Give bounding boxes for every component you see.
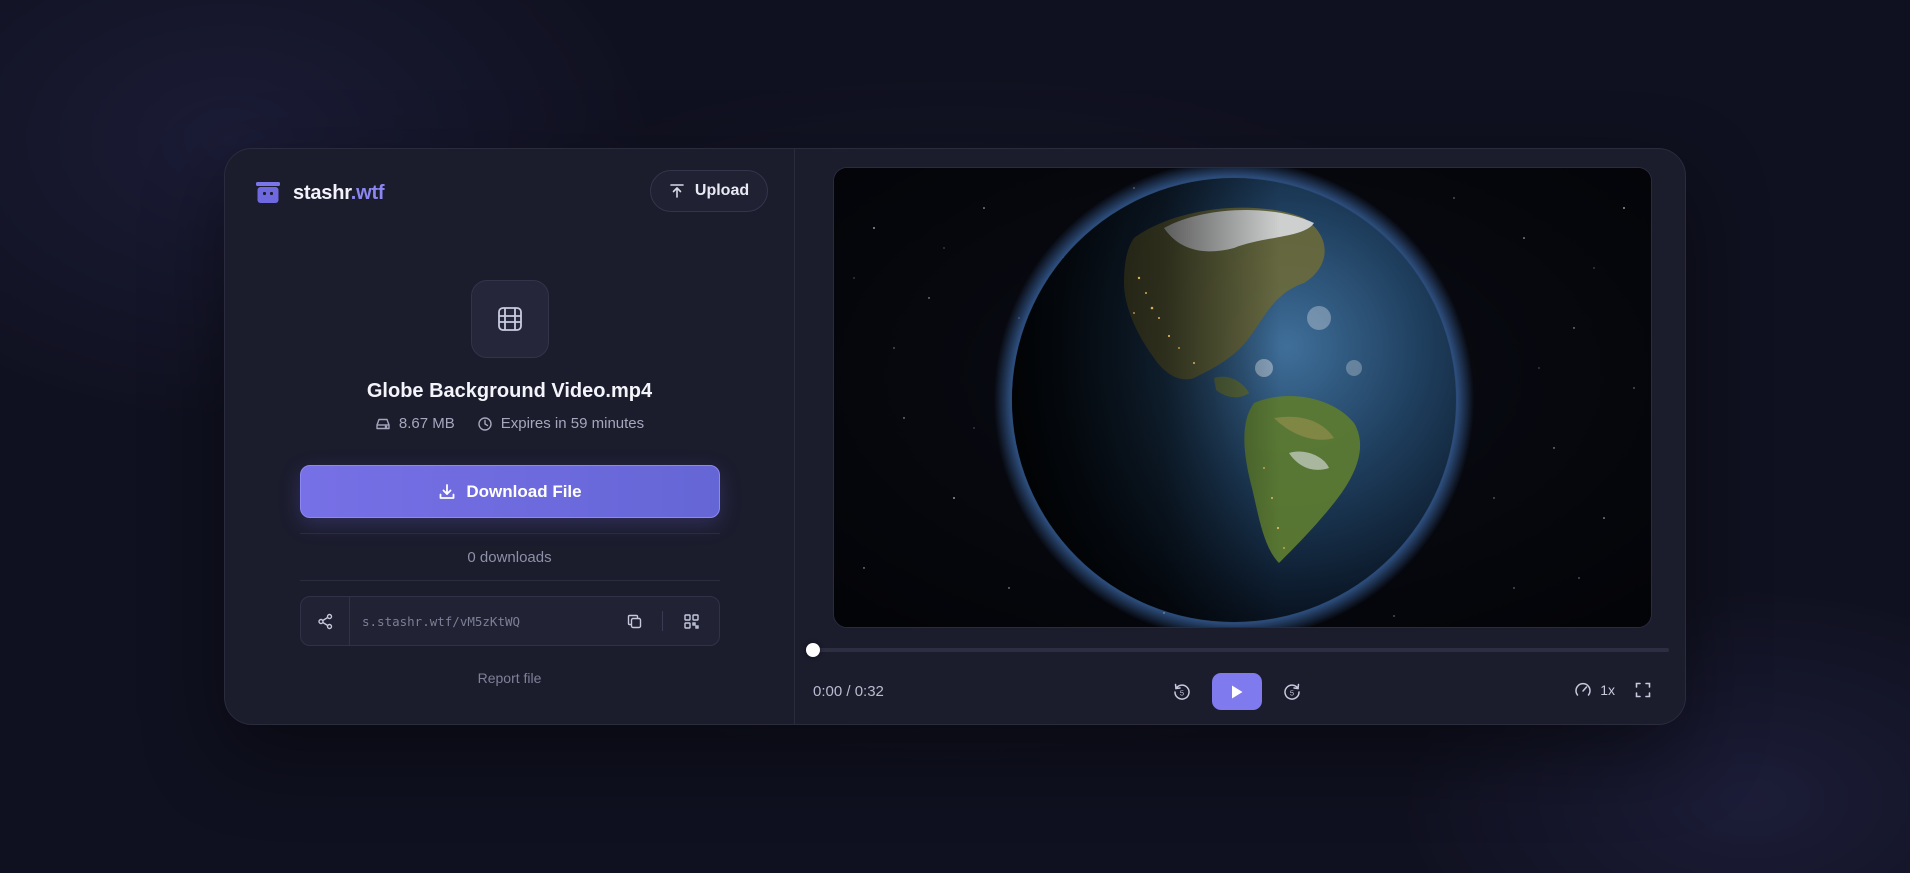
video-player: 0:00 / 0:32 5 5 1x xyxy=(795,149,1685,724)
download-label: Download File xyxy=(466,481,582,501)
fullscreen-button[interactable] xyxy=(1629,676,1657,704)
seek-bar[interactable] xyxy=(806,643,1669,657)
share-link-bar: s.stashr.wtf/vM5zKtWQ xyxy=(300,596,720,646)
separator xyxy=(662,611,663,631)
forward-5-icon: 5 xyxy=(1284,683,1300,700)
file-name: Globe Background Video.mp4 xyxy=(366,380,653,402)
video-frame[interactable] xyxy=(833,167,1652,628)
upload-icon xyxy=(670,184,684,198)
archive-box-icon xyxy=(256,182,280,203)
file-size: 8.67 MB xyxy=(375,415,455,432)
file-card: stashr.wtf Upload Globe Background Video… xyxy=(224,148,1686,725)
clock-icon xyxy=(478,416,492,431)
playback-speed-button[interactable]: 1x xyxy=(1574,681,1615,699)
divider xyxy=(300,533,720,534)
time-display: 0:00 / 0:32 xyxy=(813,683,884,700)
share-url[interactable]: s.stashr.wtf/vM5zKtWQ xyxy=(350,614,614,629)
svg-text:5: 5 xyxy=(1180,688,1184,697)
rewind-5-button[interactable]: 5 xyxy=(1168,678,1196,706)
file-expiry: Expires in 59 minutes xyxy=(477,415,644,432)
upload-button[interactable]: Upload xyxy=(650,170,768,212)
hard-drive-icon xyxy=(376,418,390,429)
copy-icon xyxy=(627,614,641,628)
play-icon xyxy=(1232,685,1243,698)
report-file-link[interactable]: Report file xyxy=(225,670,794,686)
qr-code-button[interactable] xyxy=(671,597,711,645)
upload-label: Upload xyxy=(694,182,750,199)
qr-code-icon xyxy=(683,613,699,629)
playback-speed-label: 1x xyxy=(1600,682,1615,698)
copy-link-button[interactable] xyxy=(614,597,654,645)
globe-video-frame xyxy=(834,168,1651,627)
forward-5-button[interactable]: 5 xyxy=(1278,678,1306,706)
seek-handle[interactable] xyxy=(806,643,820,657)
file-panel: stashr.wtf Upload Globe Background Video… xyxy=(225,149,795,724)
brand-name: stashr.wtf xyxy=(293,181,385,204)
file-meta: 8.67 MB Expires in 59 minutes xyxy=(225,415,794,432)
download-count: 0 downloads xyxy=(467,549,552,566)
share-icon xyxy=(317,613,332,629)
svg-text:5: 5 xyxy=(1290,688,1294,697)
play-button[interactable] xyxy=(1212,673,1262,710)
playback-controls: 5 5 xyxy=(1168,673,1306,710)
share-button[interactable] xyxy=(301,597,350,645)
player-options: 1x xyxy=(1574,676,1657,704)
brand[interactable]: stashr.wtf xyxy=(255,181,385,205)
file-type-badge xyxy=(471,280,549,358)
rewind-5-icon: 5 xyxy=(1174,683,1190,700)
fullscreen-icon xyxy=(1635,682,1651,698)
download-icon xyxy=(439,483,455,499)
film-icon xyxy=(498,307,522,331)
speedometer-icon xyxy=(1575,682,1591,696)
download-button[interactable]: Download File xyxy=(300,465,720,518)
divider xyxy=(300,580,720,581)
